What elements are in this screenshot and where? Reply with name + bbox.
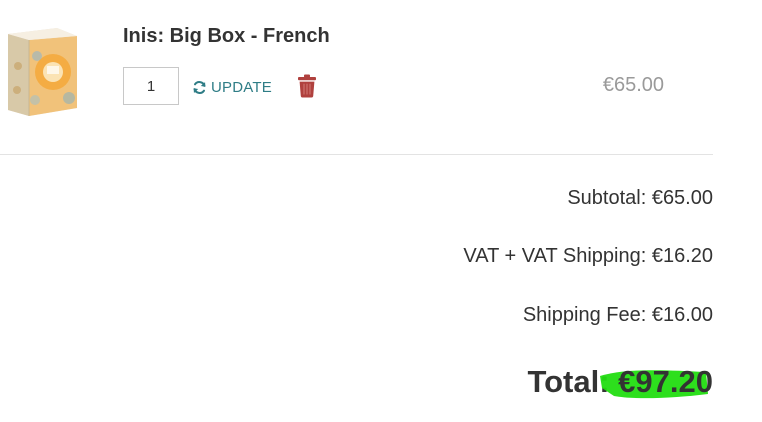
- cart-item: Inis: Big Box - French UPDATE €65.00: [0, 0, 713, 155]
- total-value: €97.20: [600, 364, 713, 400]
- trash-icon[interactable]: [297, 74, 317, 98]
- total-line: Total: €97.20: [527, 364, 713, 400]
- shipping-fee-line: Shipping Fee: €16.00: [522, 304, 713, 326]
- divider: [0, 154, 713, 155]
- update-label: UPDATE: [211, 78, 272, 96]
- vat-line: VAT + VAT Shipping: €16.20: [463, 245, 713, 267]
- item-price: €65.00: [602, 74, 664, 96]
- update-button[interactable]: UPDATE: [192, 76, 272, 98]
- product-image[interactable]: [5, 26, 79, 118]
- product-title[interactable]: Inis: Big Box - French: [123, 25, 330, 48]
- subtotal-line: Subtotal: €65.00: [567, 187, 713, 209]
- refresh-icon: [193, 80, 206, 94]
- quantity-input[interactable]: [123, 67, 179, 105]
